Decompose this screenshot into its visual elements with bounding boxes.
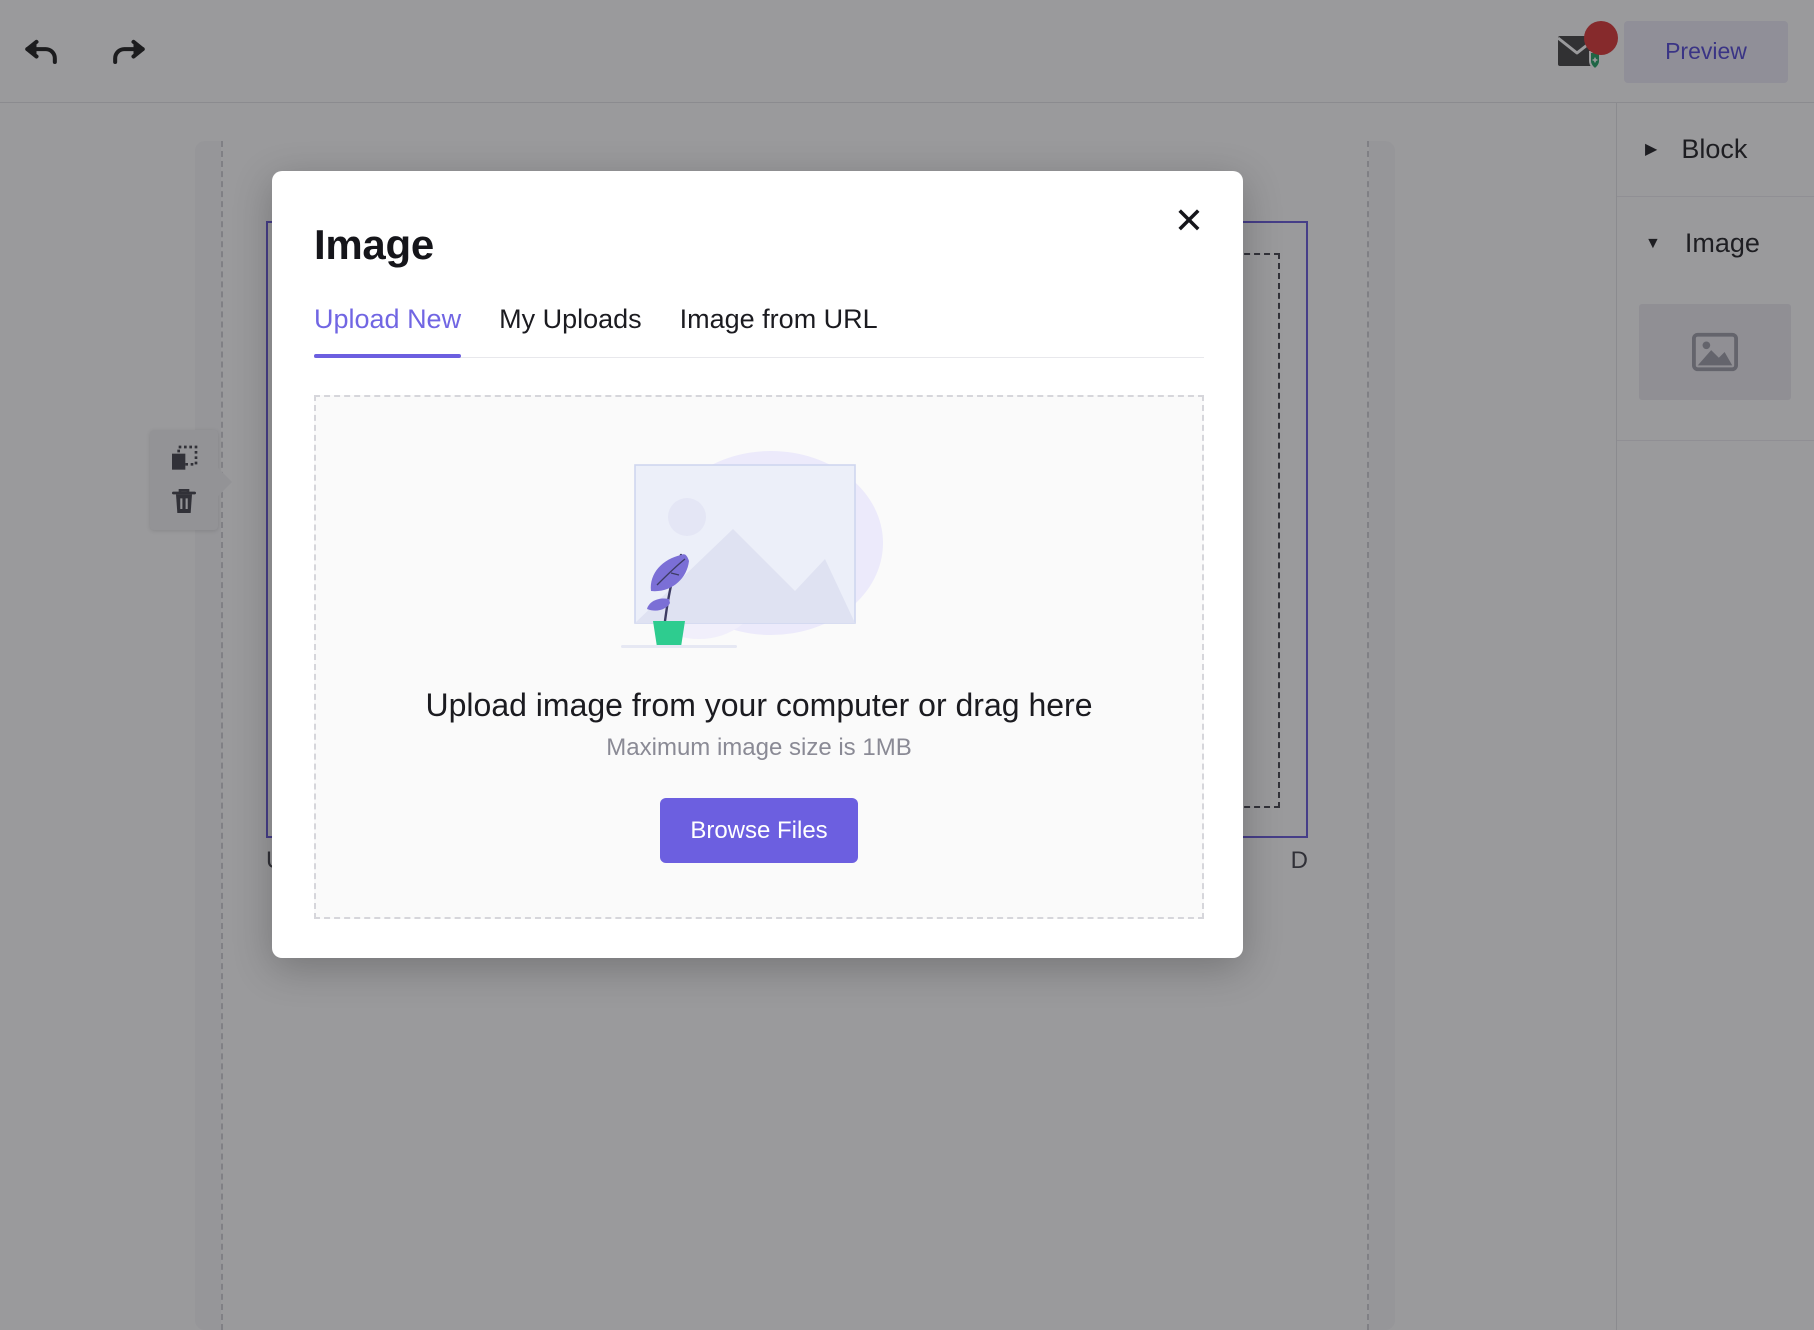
image-upload-illustration xyxy=(621,451,883,648)
modal-overlay[interactable]: ✕ Image Upload New My Uploads Image from… xyxy=(0,0,1814,1330)
upload-dropzone[interactable]: Upload image from your computer or drag … xyxy=(314,395,1204,919)
close-icon[interactable]: ✕ xyxy=(1165,197,1213,245)
browse-files-button[interactable]: Browse Files xyxy=(660,798,858,863)
tab-my-uploads[interactable]: My Uploads xyxy=(499,304,642,357)
modal-tabs: Upload New My Uploads Image from URL xyxy=(314,298,1204,358)
page-title: Image xyxy=(314,221,434,268)
image-modal: ✕ Image Upload New My Uploads Image from… xyxy=(272,171,1243,958)
dropzone-title: Upload image from your computer or drag … xyxy=(425,687,1093,723)
dropzone-subtitle: Maximum image size is 1MB xyxy=(606,734,912,761)
tab-upload-new[interactable]: Upload New xyxy=(314,304,462,358)
tab-image-from-url[interactable]: Image from URL xyxy=(680,304,878,357)
